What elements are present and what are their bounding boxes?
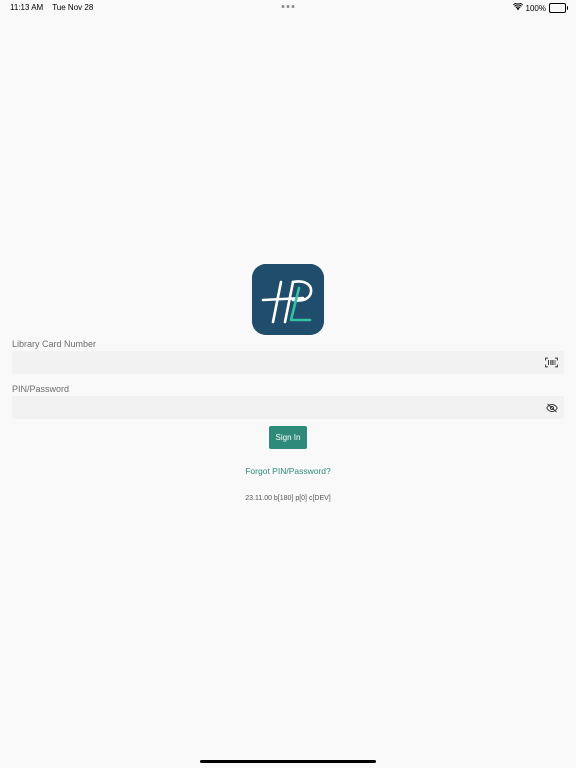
status-time: 11:13 AM <box>10 3 44 12</box>
status-left: 11:13 AM Tue Nov 28 <box>10 3 93 12</box>
dot <box>281 5 285 8</box>
pin-input[interactable] <box>12 396 564 419</box>
version-label: 23.11.00 b[180] p[0] c[DEV] <box>245 495 331 502</box>
barcode-scan-icon[interactable] <box>545 357 558 368</box>
dot <box>291 5 295 8</box>
card-number-field[interactable] <box>12 351 564 374</box>
dot <box>286 5 290 8</box>
card-number-input[interactable] <box>12 351 564 374</box>
hpl-logo-icon <box>252 264 324 335</box>
pin-label: PIN/Password <box>12 384 70 394</box>
status-date: Tue Nov 28 <box>52 3 94 12</box>
status-bar: 11:13 AM Tue Nov 28 100% <box>0 0 576 14</box>
battery-icon <box>549 3 568 13</box>
forgot-password-link[interactable]: Forgot PIN/Password? <box>0 466 576 476</box>
eye-slash-icon[interactable] <box>545 402 558 413</box>
battery-percent: 100% <box>525 3 546 13</box>
sign-in-button[interactable]: Sign In <box>269 426 307 449</box>
pin-field[interactable] <box>12 396 564 419</box>
home-indicator[interactable] <box>200 760 376 763</box>
multitasking-dots[interactable] <box>281 1 295 8</box>
card-number-label: Library Card Number <box>12 339 97 349</box>
status-right: 100% <box>512 2 568 13</box>
wifi-icon <box>512 2 523 13</box>
